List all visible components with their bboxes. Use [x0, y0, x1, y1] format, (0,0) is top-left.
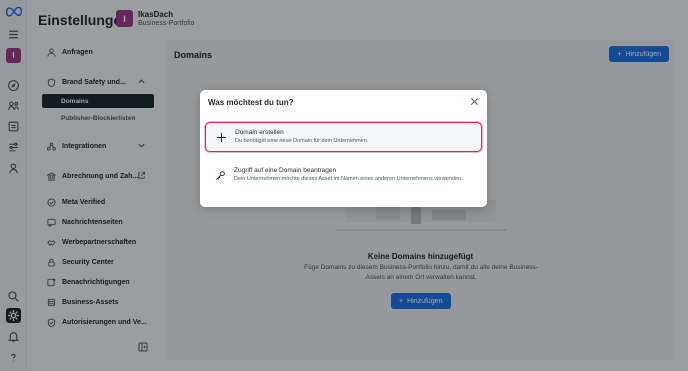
option-label: Domain erstellen	[235, 129, 284, 136]
action-dialog: Was möchtest du tun? Domain erstellen Du…	[200, 90, 487, 207]
option-label: Zugriff auf eine Domain beantragen	[234, 167, 337, 174]
dialog-title: Was möchtest du tun?	[208, 98, 294, 107]
option-description: Du benötigst eine neue Domain für dein U…	[235, 138, 369, 144]
option-request-access[interactable]: Zugriff auf eine Domain beantragen Dein …	[205, 161, 482, 191]
option-create-domain[interactable]: Domain erstellen Du benötigst eine neue …	[205, 122, 482, 152]
close-icon[interactable]	[470, 97, 479, 106]
key-icon	[216, 171, 225, 180]
option-description: Dein Unternehmen möchte dieses Asset im …	[234, 176, 463, 182]
plus-icon	[216, 132, 227, 143]
